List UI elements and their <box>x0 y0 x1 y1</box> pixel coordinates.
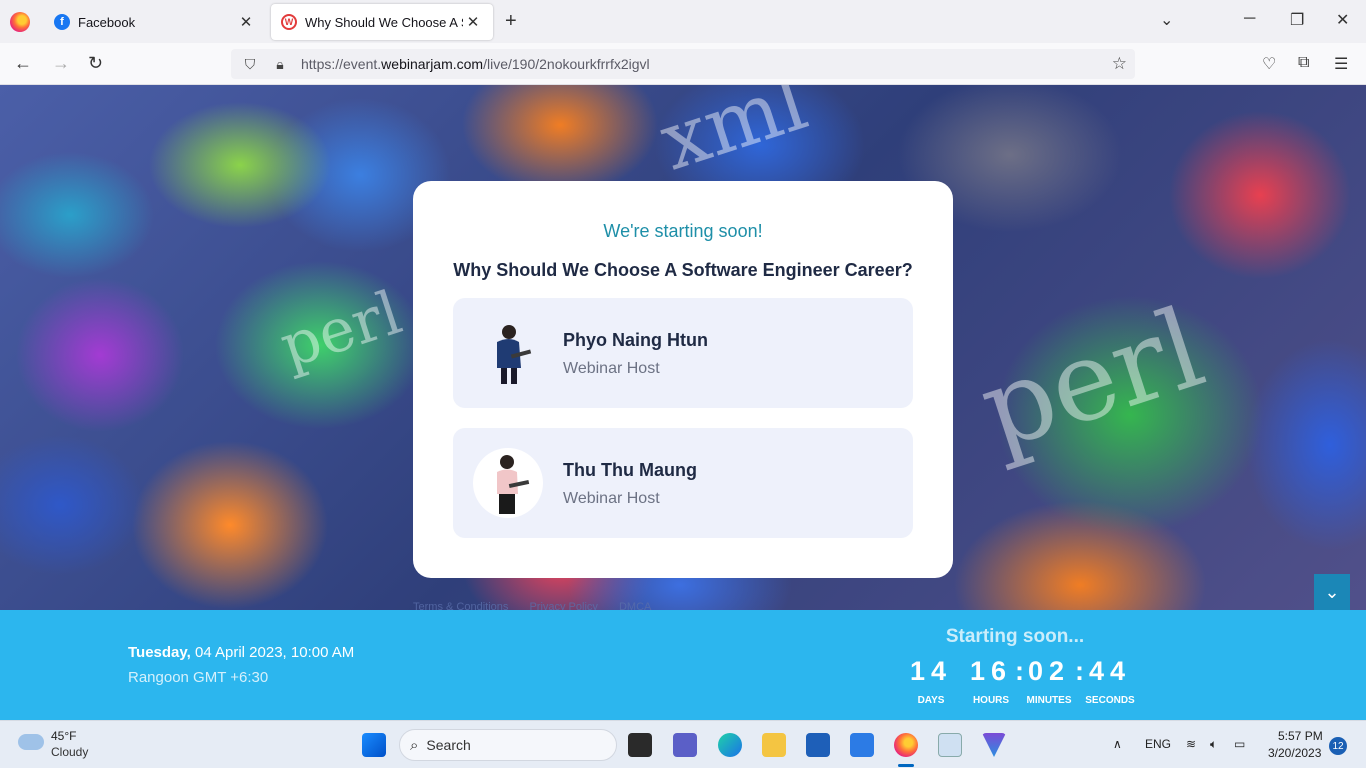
terms-link[interactable]: Terms & Conditions <box>413 601 508 610</box>
webinar-title: Why Should We Choose A Software Engineer… <box>453 260 913 280</box>
webinar-card: We're starting soon! Why Should We Choos… <box>413 181 953 578</box>
countdown-separator: : <box>1015 656 1024 686</box>
microsoft-store-icon[interactable] <box>806 733 830 757</box>
new-tab-button[interactable]: + <box>505 10 517 33</box>
wifi-icon[interactable]: ≋ <box>1186 737 1196 751</box>
dmca-link[interactable]: DMCA <box>619 601 651 610</box>
close-window-button[interactable]: ✕ <box>1336 10 1349 30</box>
close-tab-icon[interactable]: ✕ <box>463 13 483 31</box>
starting-soon-status: Starting soon... <box>945 626 1085 647</box>
browser-tab-bar: f Facebook ✕ W Why Should We Choose A So… <box>0 0 1366 43</box>
taskbar-search[interactable]: ⌕ Search <box>399 729 617 761</box>
search-placeholder: Search <box>426 737 471 753</box>
back-button[interactable]: ← <box>14 53 32 74</box>
event-timezone: Rangoon GMT +6:30 <box>128 669 269 686</box>
vpn-app-icon[interactable] <box>982 733 1006 757</box>
avatar <box>473 318 543 388</box>
chevron-down-icon: ⌄ <box>1324 581 1340 602</box>
webinarjam-icon: W <box>281 14 297 30</box>
background-decoration: perl <box>272 277 410 383</box>
tab-title: Why Should We Choose A Software Engineer… <box>305 14 463 30</box>
firefox-taskbar-icon[interactable] <box>894 733 918 757</box>
firefox-icon[interactable] <box>10 12 30 32</box>
host-card: Thu Thu Maung Webinar Host <box>453 428 913 538</box>
webinar-page: xml perl perl We're starting soon! Why S… <box>0 85 1366 610</box>
browser-nav-bar: ← → ↻ ⛉ 🔒︎ https://event.webinarjam.com/… <box>0 43 1366 85</box>
close-tab-icon[interactable]: ✕ <box>236 13 256 31</box>
cloud-icon[interactable] <box>18 734 44 750</box>
host-role: Webinar Host <box>563 490 660 507</box>
countdown-days: 14 DAYS <box>909 656 953 706</box>
tab-webinar[interactable]: W Why Should We Choose A Software Engine… <box>271 4 493 40</box>
tab-title: Facebook <box>78 14 136 30</box>
forward-button[interactable]: → <box>52 53 70 74</box>
notification-badge[interactable]: 12 <box>1329 737 1347 755</box>
shield-icon[interactable]: ⛉ <box>239 56 261 73</box>
task-view-icon[interactable] <box>628 733 652 757</box>
collapse-button[interactable]: ⌄ <box>1314 574 1350 610</box>
volume-icon[interactable]: 🔈︎ <box>1210 737 1217 752</box>
pocket-icon[interactable]: ♡ <box>1262 54 1276 74</box>
event-date: Tuesday, 04 April 2023, 10:00 AM <box>128 644 355 661</box>
starting-soon-text: We're starting soon! <box>603 221 763 241</box>
url-text[interactable]: https://event.webinarjam.com/live/190/2n… <box>301 56 650 72</box>
photos-icon[interactable] <box>938 733 962 757</box>
footer-links: Terms & Conditions Privacy Policy DMCA <box>413 601 669 610</box>
background-decoration: xml <box>649 85 818 189</box>
battery-icon[interactable]: ▭ <box>1234 737 1245 751</box>
mail-icon[interactable] <box>850 733 874 757</box>
facebook-icon: f <box>54 14 70 30</box>
search-icon: ⌕ <box>410 736 419 754</box>
lock-icon[interactable]: 🔒︎ <box>269 56 291 73</box>
teams-chat-icon[interactable] <box>673 733 697 757</box>
windows-start-icon[interactable] <box>362 733 386 757</box>
weather-temperature[interactable]: 45°F <box>51 729 76 743</box>
host-name: Phyo Naing Htun <box>563 330 708 350</box>
clock-time[interactable]: 5:57 PM <box>1278 729 1323 743</box>
tab-list-chevron-icon[interactable]: ⌄ <box>1160 10 1173 30</box>
countdown-minutes: 02 MINUTES <box>1026 656 1072 706</box>
countdown-seconds: 44 SECONDS <box>1085 656 1135 706</box>
language-indicator[interactable]: ENG <box>1145 737 1171 751</box>
edge-icon[interactable] <box>718 733 742 757</box>
taskbar: 45°F Cloudy ⌕ Search ∧ ENG ≋ 🔈︎ ▭ 5:57 P… <box>0 720 1366 768</box>
host-role: Webinar Host <box>563 360 660 377</box>
menu-icon[interactable]: ☰ <box>1334 54 1348 74</box>
file-explorer-icon[interactable] <box>762 733 786 757</box>
countdown-separator: : <box>1075 656 1084 686</box>
host-name: Thu Thu Maung <box>563 460 697 480</box>
reload-button[interactable]: ↻ <box>88 53 103 74</box>
countdown-bar: Tuesday, 04 April 2023, 10:00 AM Rangoon… <box>0 610 1366 720</box>
weather-condition[interactable]: Cloudy <box>51 745 88 759</box>
show-hidden-icons-chevron-icon[interactable]: ∧ <box>1113 737 1122 751</box>
tab-facebook[interactable]: f Facebook ✕ <box>44 4 266 40</box>
host-card: Phyo Naing Htun Webinar Host <box>453 298 913 408</box>
countdown-hours: 16 HOURS <box>969 656 1013 706</box>
restore-button[interactable]: ❐ <box>1290 10 1304 30</box>
clock-date[interactable]: 3/20/2023 <box>1268 746 1321 760</box>
extensions-icon[interactable]: ⧉ <box>1298 54 1309 72</box>
bookmark-star-icon[interactable]: ☆ <box>1112 54 1127 74</box>
minimize-button[interactable]: ─ <box>1244 10 1255 28</box>
address-bar[interactable]: ⛉ 🔒︎ https://event.webinarjam.com/live/1… <box>231 49 1135 79</box>
privacy-link[interactable]: Privacy Policy <box>529 601 597 610</box>
active-app-indicator <box>898 764 914 767</box>
background-decoration: perl <box>965 283 1218 475</box>
avatar <box>473 448 543 518</box>
